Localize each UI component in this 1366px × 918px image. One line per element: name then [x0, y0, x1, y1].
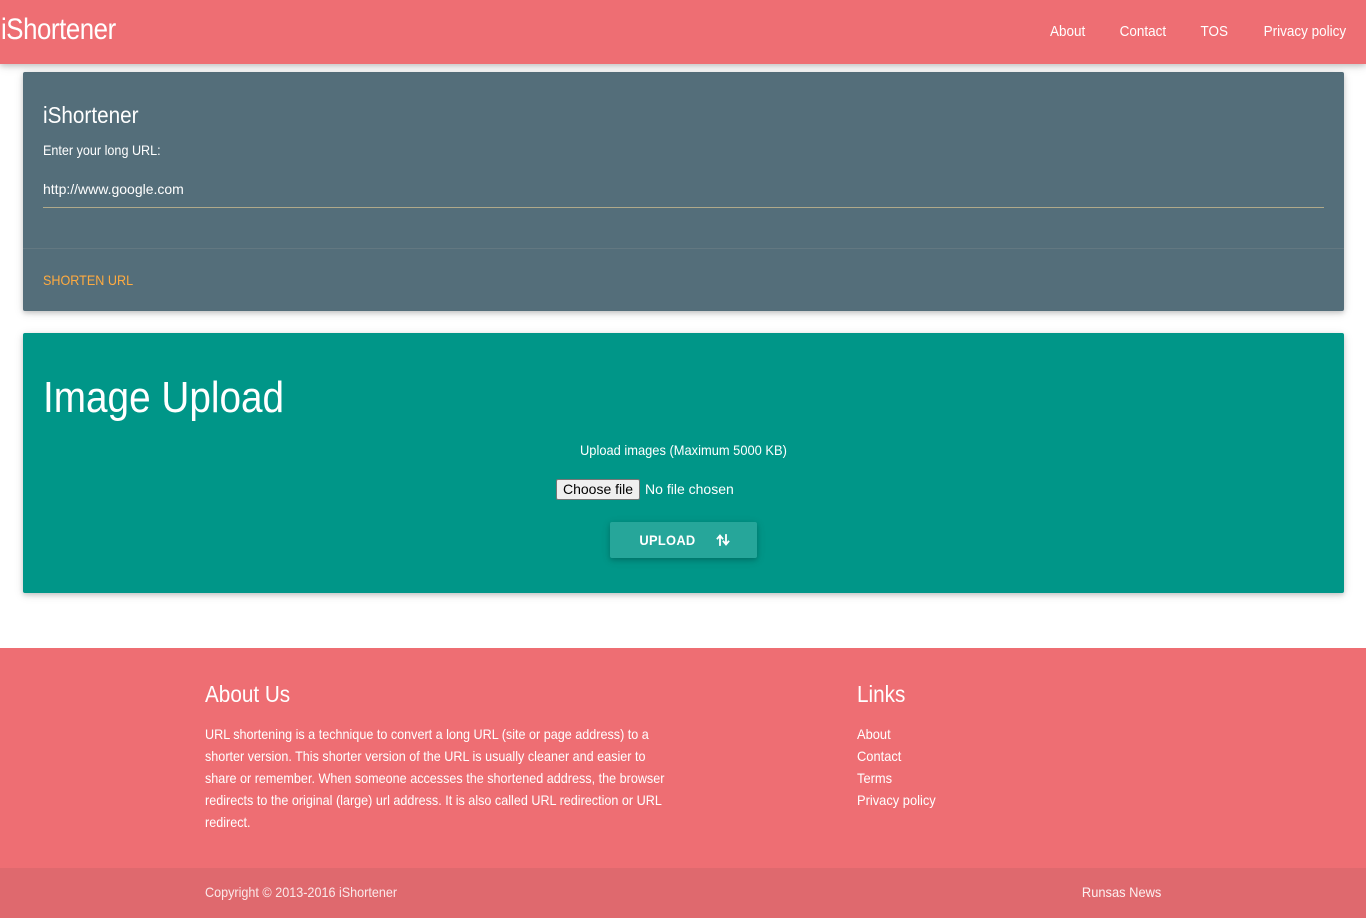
footer-copyright-bar: Copyright © 2013-2016 iShortener Runsas …	[0, 868, 1366, 918]
file-input: Choose file No file chosen	[556, 478, 734, 500]
image-upload-title: Image Upload	[43, 373, 285, 422]
footer-link-terms[interactable]: Terms	[857, 767, 892, 789]
links-heading: Links	[857, 681, 906, 707]
nav-link-tos[interactable]: TOS	[1187, 0, 1242, 64]
image-upload-card: Image Upload Upload images (Maximum 5000…	[23, 333, 1344, 593]
card-title: iShortener	[43, 102, 139, 128]
list-item: About	[857, 723, 943, 745]
card-action: SHORTEN URL	[23, 248, 1344, 311]
shorten-url-button[interactable]: SHORTEN URL	[43, 272, 133, 288]
upload-button-label: UPLOAD	[639, 532, 696, 548]
nav-link-about[interactable]: About	[1036, 0, 1098, 64]
nav-links: About Contact TOS Privacy policy	[1033, 0, 1366, 64]
choose-file-button[interactable]: Choose file	[556, 478, 641, 500]
list-item: Privacy policy	[857, 789, 943, 811]
footer-link-about[interactable]: About	[857, 723, 891, 745]
upload-button[interactable]: UPLOAD	[610, 522, 757, 558]
about-us-text: URL shortening is a technique to convert…	[205, 726, 665, 830]
about-us-heading: About Us	[205, 681, 291, 707]
copyright-text: Copyright © 2013-2016 iShortener	[205, 884, 398, 900]
upload-caption: Upload images (Maximum 5000 KB)	[23, 442, 1344, 458]
long-url-label: Enter your long URL:	[43, 142, 161, 158]
top-navbar: iShortener About Contact TOS Privacy pol…	[0, 0, 1366, 64]
swap-vertical-icon	[716, 533, 730, 547]
footer-link-privacy-policy[interactable]: Privacy policy	[857, 789, 936, 811]
runsas-news-link[interactable]: Runsas News	[1082, 884, 1161, 900]
footer-link-contact[interactable]: Contact	[857, 745, 901, 767]
nav-link-contact[interactable]: Contact	[1106, 0, 1180, 64]
brand-logo[interactable]: iShortener	[1, 13, 116, 47]
page-footer: About Us URL shortening is a technique t…	[0, 648, 1366, 918]
long-url-input[interactable]	[43, 170, 1324, 208]
list-item: Contact	[857, 745, 943, 767]
list-item: Terms	[857, 767, 943, 789]
nav-link-privacy-policy[interactable]: Privacy policy	[1250, 0, 1360, 64]
file-status: No file chosen	[645, 481, 734, 497]
footer-links-list: About Contact Terms Privacy policy	[857, 723, 943, 811]
upload-caption-text: Upload images (Maximum 5000 KB)	[580, 442, 787, 458]
url-shortener-card: iShortener Enter your long URL: SHORTEN …	[23, 72, 1344, 311]
